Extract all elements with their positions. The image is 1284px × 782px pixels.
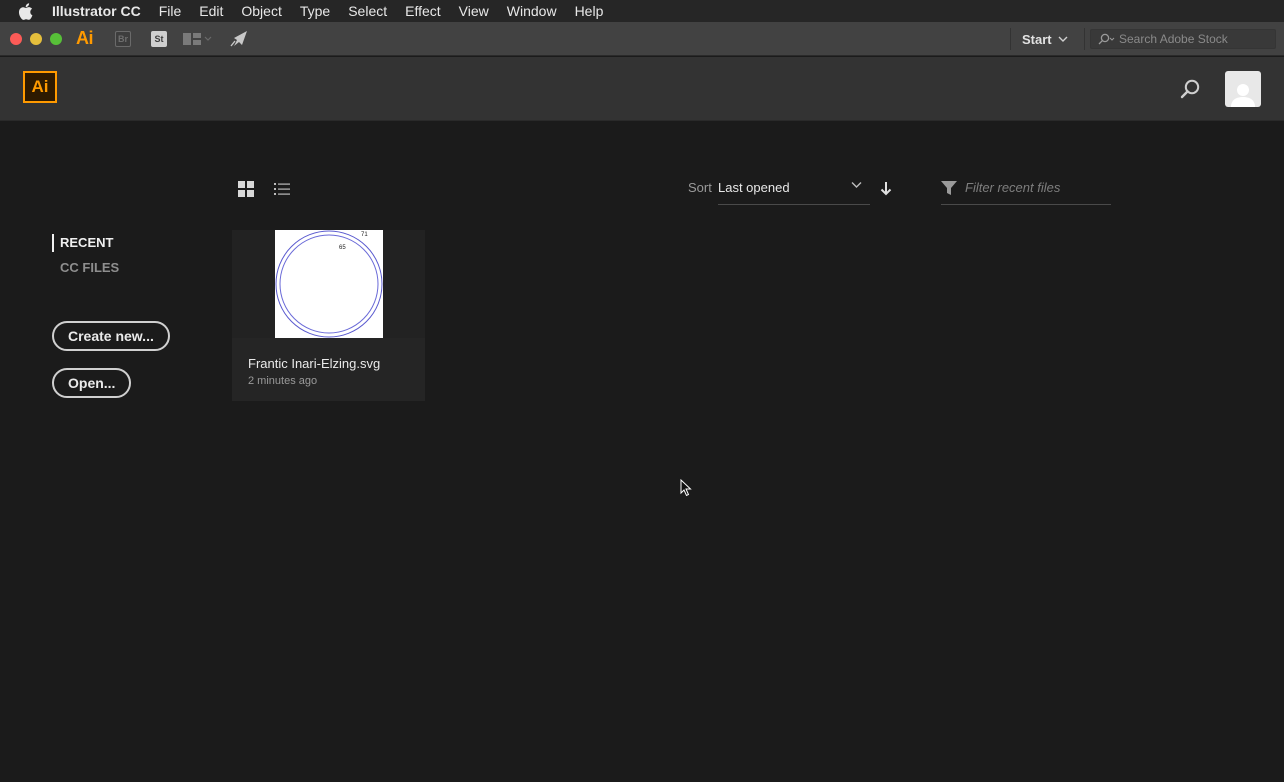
menu-edit[interactable]: Edit xyxy=(190,0,232,22)
filter-input[interactable] xyxy=(965,180,1105,195)
mouse-cursor-icon xyxy=(680,478,692,497)
menu-bar: Illustrator CC File Edit Object Type Sel… xyxy=(0,0,1284,22)
close-window-button[interactable] xyxy=(10,32,22,45)
stock-search-input[interactable] xyxy=(1119,32,1269,46)
search-icon xyxy=(1098,33,1115,45)
avatar[interactable] xyxy=(1225,71,1261,107)
workspace-label: Start xyxy=(1022,31,1052,47)
sort-label: Sort xyxy=(688,180,712,195)
feature-rocket-icon[interactable] xyxy=(230,30,248,47)
arrange-documents-icon[interactable] xyxy=(183,32,212,45)
stock-icon[interactable]: St xyxy=(151,30,167,47)
menu-select[interactable]: Select xyxy=(339,0,396,22)
file-time: 2 minutes ago xyxy=(248,375,318,387)
filter-box[interactable] xyxy=(941,178,1111,205)
create-new-button[interactable]: Create new... xyxy=(52,321,170,351)
side-nav: RECENT CC FILES xyxy=(52,234,119,284)
app-title-bar: Ai Br St Start xyxy=(0,22,1284,56)
menu-object[interactable]: Object xyxy=(232,0,290,22)
illustrator-logo: Ai xyxy=(23,71,57,103)
menu-view[interactable]: View xyxy=(450,0,498,22)
list-view-icon[interactable] xyxy=(274,182,290,196)
menu-window[interactable]: Window xyxy=(498,0,566,22)
menu-effect[interactable]: Effect xyxy=(396,0,450,22)
sort-value: Last opened xyxy=(718,180,790,195)
menu-type[interactable]: Type xyxy=(291,0,339,22)
sort-direction-arrow-icon[interactable] xyxy=(879,181,893,197)
titlebar-separator xyxy=(1010,28,1011,50)
recent-file-card[interactable]: 65 71 Frantic Inari-Elzing.svg 2 minutes… xyxy=(232,230,425,401)
minimize-window-button[interactable] xyxy=(30,32,42,45)
thumb-label-65: 65 xyxy=(339,245,346,251)
window-controls xyxy=(10,32,62,45)
menu-file[interactable]: File xyxy=(150,0,191,22)
menu-help[interactable]: Help xyxy=(566,0,613,22)
file-thumbnail-area: 65 71 xyxy=(232,230,425,338)
bridge-icon[interactable]: Br xyxy=(115,30,131,47)
filter-icon xyxy=(941,181,957,195)
ai-app-icon: Ai xyxy=(76,28,94,48)
sort-dropdown[interactable]: Last opened xyxy=(718,178,870,205)
maximize-window-button[interactable] xyxy=(50,32,62,45)
titlebar-separator xyxy=(1084,28,1085,50)
apple-icon[interactable] xyxy=(16,2,34,20)
nav-recent[interactable]: RECENT xyxy=(52,234,119,252)
file-thumbnail: 65 71 xyxy=(275,230,383,338)
file-name: Frantic Inari-Elzing.svg xyxy=(248,356,381,371)
workspace-switcher[interactable]: Start xyxy=(1022,22,1068,56)
stock-search-box[interactable] xyxy=(1090,29,1276,49)
menu-app-name[interactable]: Illustrator CC xyxy=(52,0,150,22)
nav-cc-files[interactable]: CC FILES xyxy=(52,259,119,277)
search-icon[interactable] xyxy=(1178,77,1202,101)
thumb-label-71: 71 xyxy=(361,232,368,238)
chevron-down-icon xyxy=(1058,36,1068,42)
chevron-down-icon xyxy=(851,182,862,188)
open-button[interactable]: Open... xyxy=(52,368,132,398)
user-icon xyxy=(1231,84,1255,107)
start-header: Ai xyxy=(0,57,1284,121)
grid-view-icon[interactable] xyxy=(238,181,254,197)
